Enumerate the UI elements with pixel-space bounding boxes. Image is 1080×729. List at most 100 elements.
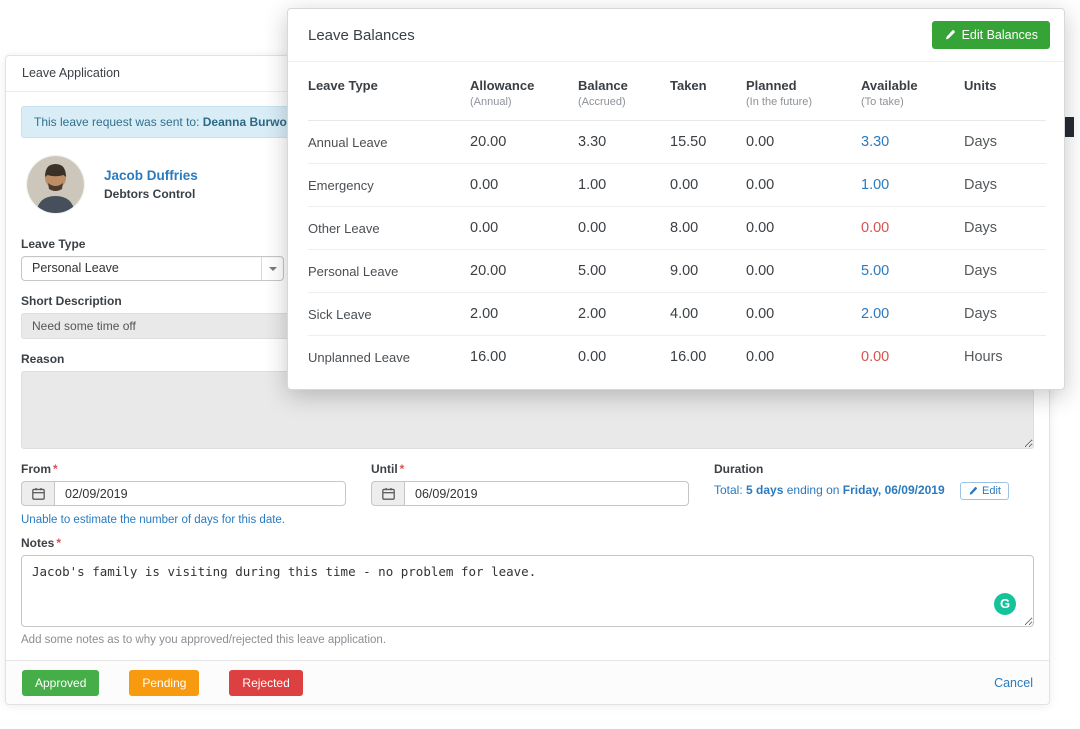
table-row: Sick Leave 2.00 2.00 4.00 0.00 2.00 Days	[308, 293, 1046, 336]
col-header-allowance: Allowance(Annual)	[470, 62, 578, 121]
date-estimate-warning: Unable to estimate the number of days fo…	[21, 514, 346, 526]
cell-balance: 0.00	[578, 207, 670, 250]
cell-planned: 0.00	[746, 336, 861, 379]
app-footer: Approved Pending Rejected Cancel	[6, 660, 1049, 704]
cell-available: 0.00	[861, 336, 964, 379]
employee-role: Debtors Control	[104, 187, 198, 201]
col-header-balance: Balance(Accrued)	[578, 62, 670, 121]
cell-leave-type: Annual Leave	[308, 121, 470, 164]
table-row: Unplanned Leave 16.00 0.00 16.00 0.00 0.…	[308, 336, 1046, 379]
notes-group: Notes* Jacob's family is visiting during…	[21, 536, 1034, 646]
cell-taken: 8.00	[670, 207, 746, 250]
cell-available: 3.30	[861, 121, 964, 164]
cell-units: Days	[964, 293, 1046, 336]
cell-taken: 15.50	[670, 121, 746, 164]
until-label-text: Until	[371, 462, 398, 476]
col-header-taken: Taken	[670, 62, 746, 121]
until-label: Until*	[371, 462, 689, 476]
until-date-input[interactable]	[404, 481, 689, 506]
banner-prefix: This leave request was sent to:	[34, 115, 199, 129]
from-label: From*	[21, 462, 346, 476]
cell-allowance: 2.00	[470, 293, 578, 336]
duration-value: 5 days	[746, 483, 783, 497]
cell-available: 1.00	[861, 164, 964, 207]
cell-balance: 0.00	[578, 336, 670, 379]
cell-leave-type: Sick Leave	[308, 293, 470, 336]
employee-name-link[interactable]: Jacob Duffries	[104, 168, 198, 183]
leave-balances-table: Leave Type Allowance(Annual) Balance(Acc…	[308, 62, 1046, 378]
required-asterisk: *	[56, 536, 61, 550]
notes-label: Notes*	[21, 536, 1034, 550]
cell-allowance: 0.00	[470, 207, 578, 250]
avatar-photo	[27, 156, 84, 213]
notes-wrap: Jacob's family is visiting during this t…	[21, 555, 1034, 627]
cell-leave-type: Other Leave	[308, 207, 470, 250]
cell-available: 2.00	[861, 293, 964, 336]
cell-units: Hours	[964, 336, 1046, 379]
pending-button[interactable]: Pending	[129, 670, 199, 696]
edit-balances-label: Edit Balances	[962, 28, 1038, 42]
rejected-button[interactable]: Rejected	[229, 670, 302, 696]
duration-suffix: ending on	[787, 483, 840, 497]
cell-leave-type: Personal Leave	[308, 250, 470, 293]
cell-available: 0.00	[861, 207, 964, 250]
edit-duration-label: Edit	[982, 485, 1001, 497]
pencil-icon	[968, 486, 978, 496]
from-input-group	[21, 481, 346, 506]
leave-balances-modal: Leave Balances Edit Balances Leave Type …	[287, 8, 1065, 390]
avatar	[27, 156, 84, 213]
modal-title: Leave Balances	[308, 27, 415, 44]
duration-prefix: Total:	[714, 483, 743, 497]
from-date-input[interactable]	[54, 481, 346, 506]
cell-allowance: 0.00	[470, 164, 578, 207]
grammarly-icon[interactable]: G	[994, 593, 1016, 615]
duration-date: Friday, 06/09/2019	[843, 483, 945, 497]
table-row: Annual Leave 20.00 3.30 15.50 0.00 3.30 …	[308, 121, 1046, 164]
chevron-down-icon	[261, 257, 283, 280]
cell-planned: 0.00	[746, 293, 861, 336]
edit-duration-button[interactable]: Edit	[960, 482, 1009, 500]
calendar-icon	[21, 481, 54, 506]
table-row: Personal Leave 20.00 5.00 9.00 0.00 5.00…	[308, 250, 1046, 293]
until-input-group	[371, 481, 689, 506]
edit-balances-button[interactable]: Edit Balances	[932, 21, 1050, 49]
leave-type-select[interactable]: Personal Leave	[21, 256, 284, 281]
cell-units: Days	[964, 207, 1046, 250]
cell-planned: 0.00	[746, 207, 861, 250]
cell-leave-type: Emergency	[308, 164, 470, 207]
notes-help-text: Add some notes as to why you approved/re…	[21, 634, 1034, 646]
col-header-available: Available(To take)	[861, 62, 964, 121]
cell-allowance: 20.00	[470, 121, 578, 164]
approved-button[interactable]: Approved	[22, 670, 99, 696]
cell-balance: 2.00	[578, 293, 670, 336]
col-header-planned: Planned(In the future)	[746, 62, 861, 121]
cell-planned: 0.00	[746, 250, 861, 293]
duration-total: Total: 5 days ending on Friday, 06/09/20…	[714, 482, 1034, 500]
table-row: Other Leave 0.00 0.00 8.00 0.00 0.00 Day…	[308, 207, 1046, 250]
modal-header: Leave Balances Edit Balances	[288, 9, 1064, 62]
calendar-icon	[371, 481, 404, 506]
col-header-units: Units	[964, 62, 1046, 121]
cell-taken: 4.00	[670, 293, 746, 336]
cell-units: Days	[964, 121, 1046, 164]
edit-icon	[944, 29, 956, 41]
cell-allowance: 16.00	[470, 336, 578, 379]
until-column: Until*	[371, 462, 689, 526]
cell-planned: 0.00	[746, 121, 861, 164]
dates-row: From* Unable to estimate the number of d…	[21, 462, 1034, 526]
cell-balance: 3.30	[578, 121, 670, 164]
cell-available: 5.00	[861, 250, 964, 293]
col-header-leave-type: Leave Type	[308, 62, 470, 121]
cell-taken: 0.00	[670, 164, 746, 207]
duration-column: Duration Total: 5 days ending on Friday,…	[714, 462, 1034, 526]
screen: Leave Application This leave request was…	[0, 0, 1080, 729]
cell-leave-type: Unplanned Leave	[308, 336, 470, 379]
notes-textarea[interactable]: Jacob's family is visiting during this t…	[21, 555, 1034, 627]
employee-info: Jacob Duffries Debtors Control	[104, 168, 198, 201]
cancel-link[interactable]: Cancel	[994, 676, 1033, 690]
cell-taken: 9.00	[670, 250, 746, 293]
cell-units: Days	[964, 164, 1046, 207]
required-asterisk: *	[53, 462, 58, 476]
table-header-row: Leave Type Allowance(Annual) Balance(Acc…	[308, 62, 1046, 121]
cell-balance: 1.00	[578, 164, 670, 207]
